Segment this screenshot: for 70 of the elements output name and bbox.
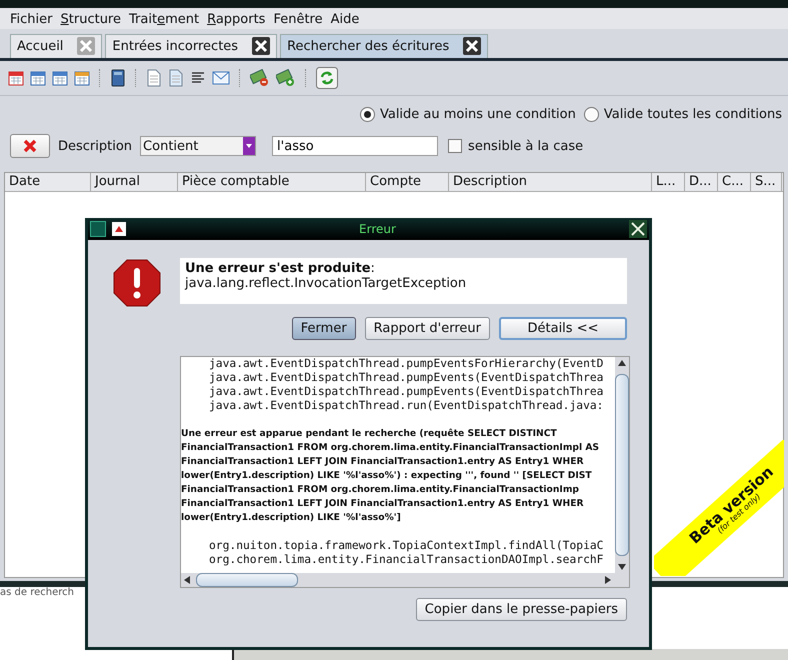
stack-trace-line: java.awt.EventDispatchThread.run(EventDispatchThread.java: [208, 399, 604, 413]
menu-item[interactable]: Rapports [207, 12, 266, 26]
error-message-line: FinancialTransaction1 FROM org.chorem.lima.entity.FinancialTransactionImp [181, 483, 580, 497]
envelope-icon[interactable] [212, 71, 230, 85]
scroll-down-arrow-icon[interactable] [618, 564, 626, 570]
error-message-line: FinancialTransaction1 FROM org.chorem.lima.entity.FinancialTransactionImpl AS [181, 441, 600, 455]
stack-trace-line: java.awt.EventDispatchThread.pumpEvents(EventDispatchThrea [208, 385, 604, 399]
error-message-line: lower(Entry1.description) LIKE '%l'asso%'] [181, 511, 402, 525]
calendar-icon[interactable] [8, 70, 24, 86]
menu-item[interactable]: Fenêtre [273, 12, 323, 26]
error-stop-icon [112, 258, 162, 308]
menu-item[interactable]: Aide [330, 12, 360, 26]
error-message-line: FinancialTransaction1 LEFT JOIN FinancialTransaction1.entry AS Entry1 WHER [181, 455, 585, 469]
error-message-line: Une erreur est apparue pendant le recherche (requête SELECT DISTINCT [181, 427, 558, 441]
calendar-icon[interactable] [30, 70, 46, 86]
document-icon[interactable] [146, 69, 162, 87]
exception-name: java.lang.reflect.InvocationTargetException [185, 276, 468, 291]
operator-dropdown[interactable]: Contient [140, 136, 256, 156]
refresh-icon[interactable] [316, 67, 338, 89]
close-icon[interactable] [629, 220, 647, 238]
book-icon[interactable] [110, 69, 126, 87]
stack-trace-line: org.chorem.lima.entity.FinancialTransactionDAOImpl.searchF [208, 553, 604, 567]
close-icon[interactable] [463, 37, 482, 55]
window-menu-icon[interactable] [90, 221, 106, 237]
error-message-line: FinancialTransaction1 LEFT JOIN FinancialTransaction1.entry AS Entry1 WHER [181, 497, 585, 511]
menu-item[interactable]: Structure [60, 12, 121, 26]
column-header[interactable]: Journal [91, 173, 178, 191]
search-field[interactable]: l'asso [272, 136, 438, 156]
column-header[interactable]: L... [652, 173, 685, 191]
column-header[interactable]: Description [449, 173, 652, 191]
remove-button[interactable] [10, 134, 50, 158]
column-header[interactable]: Compte [366, 173, 449, 191]
column-header[interactable]: D... [685, 173, 718, 191]
calendar-icon[interactable] [52, 70, 68, 86]
horizontal-scrollbar[interactable] [181, 573, 629, 587]
tab[interactable]: Entrées incorrectes [105, 34, 278, 58]
dialog-button[interactable]: Fermer [292, 317, 356, 340]
calendar-icon[interactable] [74, 70, 90, 86]
column-header[interactable]: Pièce comptable [178, 173, 366, 191]
scroll-left-arrow-icon[interactable] [184, 576, 190, 584]
column-header[interactable]: C... [718, 173, 751, 191]
case-checkbox[interactable]: sensible à la case [448, 138, 584, 154]
dialog-button[interactable]: Détails << [499, 317, 627, 340]
close-icon[interactable] [252, 37, 270, 55]
column-header[interactable]: S... [751, 173, 782, 191]
vertical-scrollbar[interactable] [615, 357, 629, 573]
radio-button[interactable]: Valide toutes les conditions [584, 104, 782, 124]
tab[interactable]: Accueil [10, 34, 102, 58]
app-icon [112, 222, 126, 236]
dialog-title: Erreur [358, 222, 397, 236]
stack-trace-line: org.nuiton.topia.framework.TopiaContextImpl.findAll(TopiaC [208, 539, 604, 553]
scroll-up-arrow-icon[interactable] [618, 360, 626, 366]
copy-button[interactable]: Copier dans le presse-papiers [416, 598, 627, 621]
field-label: Description [58, 138, 132, 154]
radio-button[interactable]: Valide au moins une condition [360, 104, 576, 124]
stack-trace-line: java.awt.EventDispatchThread.pumpEvents(EventDispatchThrea [208, 371, 604, 385]
money-plus-icon[interactable] [276, 69, 296, 87]
error-heading: Une erreur s'est produite: [185, 261, 376, 276]
document-icon[interactable] [168, 69, 184, 87]
menu-item[interactable]: Traitement [129, 12, 200, 26]
error-message-line: lower(Entry1.description) LIKE '%l'asso%') : expecting ''', found '' [SELECT DIST [181, 469, 593, 483]
scroll-right-arrow-icon[interactable] [605, 576, 611, 584]
stack-trace-line: java.awt.EventDispatchThread.pumpEventsForHierarchy(EventD [208, 357, 604, 371]
close-icon [23, 139, 37, 153]
money-minus-icon[interactable] [250, 69, 270, 87]
dialog-button[interactable]: Rapport d'erreur [364, 317, 490, 340]
column-header[interactable]: Date [5, 173, 91, 191]
status-text: as de recherch [0, 587, 75, 598]
tab[interactable]: Rechercher des écritures [280, 34, 488, 58]
menu-item[interactable]: Fichier [10, 12, 52, 26]
